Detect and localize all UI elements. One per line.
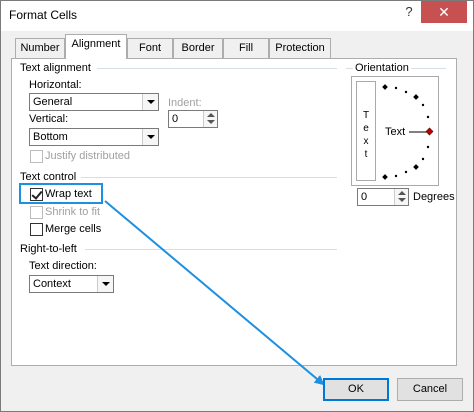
cancel-button[interactable]: Cancel [397, 378, 463, 401]
annotation-arrow [104, 200, 325, 386]
arrow-line [104, 200, 325, 386]
format-cells-dialog: Format Cells ? ✕ Number Alignment Font B… [0, 0, 474, 412]
ok-button[interactable]: OK [323, 378, 389, 401]
